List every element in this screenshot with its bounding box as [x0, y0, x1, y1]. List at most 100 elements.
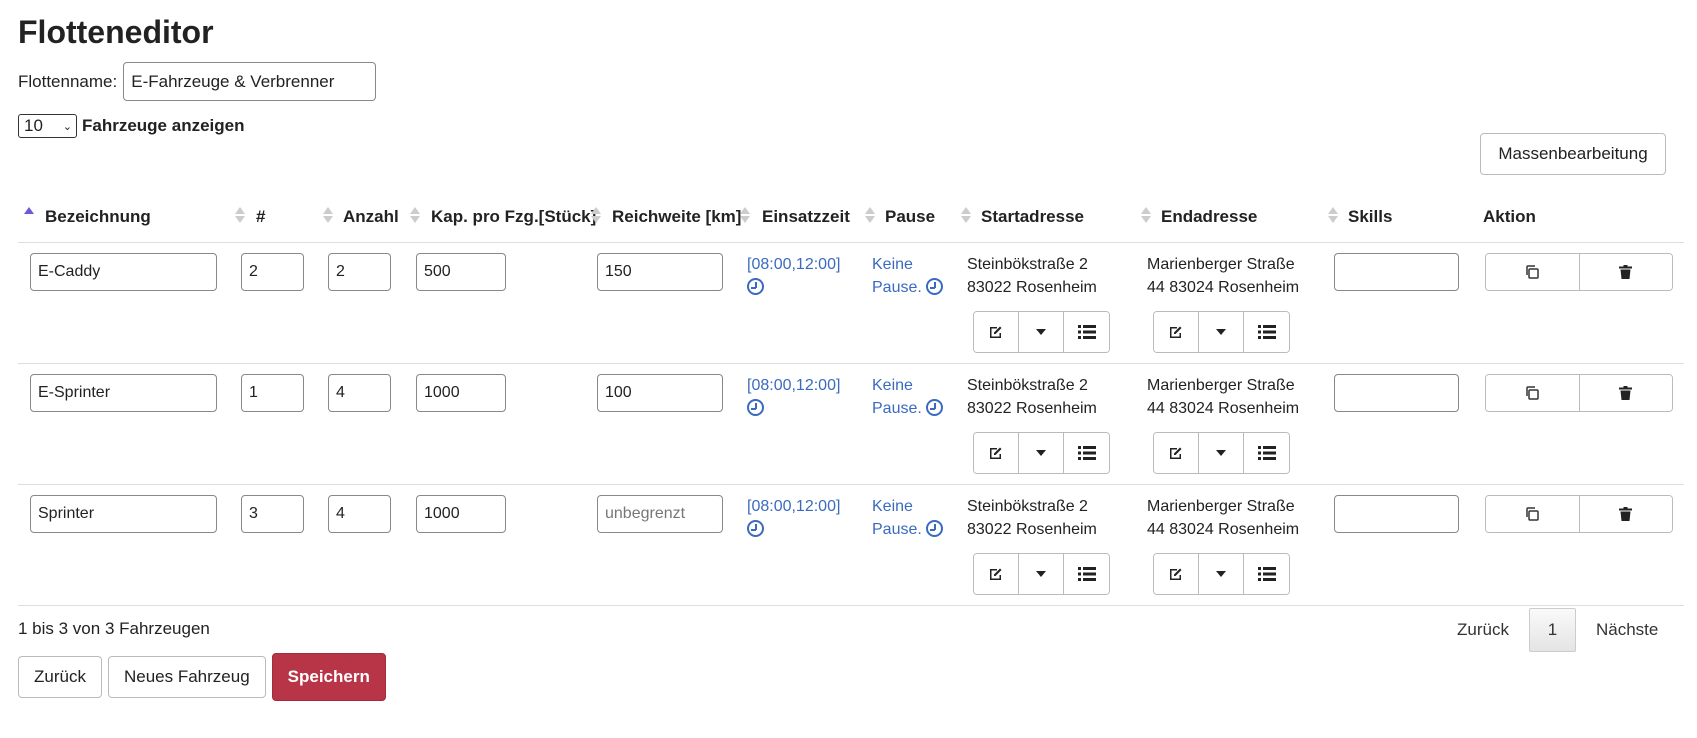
- reichweite-input[interactable]: unbegrenzt: [597, 495, 723, 533]
- anzahl-input[interactable]: 2: [328, 253, 391, 291]
- sort-icon[interactable]: [740, 205, 750, 225]
- endadresse-dropdown-button[interactable]: [1199, 312, 1244, 352]
- kapazitaet-input[interactable]: 500: [416, 253, 506, 291]
- edit-endadresse-button[interactable]: [1154, 554, 1199, 594]
- col-header-anzahl[interactable]: Anzahl: [343, 207, 399, 227]
- action-button-group: [1485, 374, 1673, 412]
- reichweite-input[interactable]: 100: [597, 374, 723, 412]
- startadresse-dropdown-button[interactable]: [1019, 433, 1064, 473]
- col-header-nummer[interactable]: #: [256, 207, 265, 227]
- pause-link[interactable]: Keine Pause.: [872, 253, 944, 299]
- skills-input[interactable]: [1334, 374, 1459, 412]
- endadresse-list-button[interactable]: [1244, 554, 1289, 594]
- page-length-label: Fahrzeuge anzeigen: [82, 116, 245, 135]
- col-header-reichweite[interactable]: Reichweite [km]: [612, 207, 741, 227]
- caret-down-icon: [1036, 450, 1046, 456]
- pagination-page-current[interactable]: 1: [1528, 608, 1576, 652]
- endadresse: Marienberger Straße 44 83024 Rosenheim: [1147, 253, 1299, 299]
- edit-endadresse-button[interactable]: [1154, 312, 1199, 352]
- nummer-input[interactable]: 3: [241, 495, 304, 533]
- startadresse-list-button[interactable]: [1064, 433, 1109, 473]
- einsatzzeit-value: [08:00,12:00]: [747, 498, 841, 515]
- startadresse: Steinbökstraße 2 83022 Rosenheim: [967, 495, 1097, 541]
- edit-startadresse-button[interactable]: [974, 554, 1019, 594]
- endadresse-button-group: [1153, 311, 1290, 353]
- endadresse-list-button[interactable]: [1244, 433, 1289, 473]
- sort-icon[interactable]: [961, 205, 971, 225]
- endadresse-list-button[interactable]: [1244, 312, 1289, 352]
- delete-vehicle-button[interactable]: [1579, 375, 1672, 411]
- caret-down-icon: [1036, 329, 1046, 335]
- copy-vehicle-button[interactable]: [1486, 254, 1580, 290]
- anzahl-input[interactable]: 4: [328, 374, 391, 412]
- sort-asc-icon[interactable]: [24, 205, 34, 225]
- sort-icon[interactable]: [1141, 205, 1151, 225]
- skills-input[interactable]: [1334, 495, 1459, 533]
- bezeichnung-input[interactable]: E-Caddy: [30, 253, 217, 291]
- table-row: Sprinter 3 4 1000 unbegrenzt [08:00,12:0…: [18, 485, 1684, 606]
- page-length-value: 10: [24, 116, 43, 135]
- endadresse: Marienberger Straße 44 83024 Rosenheim: [1147, 495, 1299, 541]
- sort-icon[interactable]: [235, 205, 245, 225]
- startadresse-dropdown-button[interactable]: [1019, 312, 1064, 352]
- pagination-previous[interactable]: Zurück: [1445, 620, 1521, 640]
- edit-startadresse-button[interactable]: [974, 433, 1019, 473]
- sort-icon[interactable]: [410, 205, 420, 225]
- new-vehicle-button[interactable]: Neues Fahrzeug: [107, 656, 266, 698]
- startadresse-line1: Steinbökstraße 2: [967, 256, 1088, 273]
- startadresse-list-button[interactable]: [1064, 312, 1109, 352]
- sort-icon[interactable]: [323, 205, 333, 225]
- fleet-name-input[interactable]: [123, 62, 377, 101]
- reichweite-input[interactable]: 150: [597, 253, 723, 291]
- kapazitaet-input[interactable]: 1000: [416, 495, 506, 533]
- col-header-bezeichnung[interactable]: Bezeichnung: [45, 207, 151, 227]
- pagination-next[interactable]: Nächste: [1584, 620, 1670, 640]
- einsatzzeit-value: [08:00,12:00]: [747, 256, 841, 273]
- einsatzzeit-link[interactable]: [08:00,12:00]: [747, 495, 840, 541]
- edit-icon: [1170, 326, 1182, 338]
- einsatzzeit-link[interactable]: [08:00,12:00]: [747, 253, 840, 299]
- col-header-pause[interactable]: Pause: [885, 207, 935, 227]
- endadresse-dropdown-button[interactable]: [1199, 433, 1244, 473]
- startadresse-button-group: [973, 432, 1110, 474]
- back-button[interactable]: Zurück: [18, 656, 102, 698]
- skills-input[interactable]: [1334, 253, 1459, 291]
- fleet-name-label: Flottenname:: [18, 71, 118, 91]
- col-header-skills[interactable]: Skills: [1348, 207, 1392, 227]
- nummer-input[interactable]: 1: [241, 374, 304, 412]
- einsatzzeit-link[interactable]: [08:00,12:00]: [747, 374, 840, 420]
- caret-down-icon: [1216, 571, 1226, 577]
- edit-endadresse-button[interactable]: [1154, 433, 1199, 473]
- sort-icon[interactable]: [865, 205, 875, 225]
- pause-value-line2: Pause.: [872, 521, 922, 538]
- bezeichnung-input[interactable]: Sprinter: [30, 495, 217, 533]
- action-button-group: [1485, 495, 1673, 533]
- col-header-kapazitaet[interactable]: Kap. pro Fzg.[Stück]: [431, 207, 596, 227]
- bulk-edit-button[interactable]: Massenbearbeitung: [1480, 133, 1666, 175]
- edit-startadresse-button[interactable]: [974, 312, 1019, 352]
- delete-vehicle-button[interactable]: [1579, 254, 1672, 290]
- col-header-startadresse[interactable]: Startadresse: [981, 207, 1084, 227]
- startadresse-dropdown-button[interactable]: [1019, 554, 1064, 594]
- pause-link[interactable]: Keine Pause.: [872, 374, 944, 420]
- col-header-endadresse[interactable]: Endadresse: [1161, 207, 1257, 227]
- startadresse-list-button[interactable]: [1064, 554, 1109, 594]
- page-length-select[interactable]: 10 ⌄: [18, 114, 77, 138]
- nummer-input[interactable]: 2: [241, 253, 304, 291]
- sort-icon[interactable]: [1328, 205, 1338, 225]
- kapazitaet-input[interactable]: 1000: [416, 374, 506, 412]
- delete-vehicle-button[interactable]: [1579, 496, 1672, 532]
- table-row: E-Sprinter 1 4 1000 100 [08:00,12:00] Ke…: [18, 364, 1684, 485]
- endadresse-dropdown-button[interactable]: [1199, 554, 1244, 594]
- anzahl-input[interactable]: 4: [328, 495, 391, 533]
- col-header-einsatzzeit[interactable]: Einsatzzeit: [762, 207, 850, 227]
- bezeichnung-input[interactable]: E-Sprinter: [30, 374, 217, 412]
- list-icon: [1077, 446, 1096, 460]
- endadresse: Marienberger Straße 44 83024 Rosenheim: [1147, 374, 1299, 420]
- copy-vehicle-button[interactable]: [1486, 496, 1580, 532]
- save-button[interactable]: Speichern: [271, 653, 386, 701]
- pause-value-line2: Pause.: [872, 400, 922, 417]
- pause-link[interactable]: Keine Pause.: [872, 495, 944, 541]
- sort-icon[interactable]: [591, 205, 601, 225]
- copy-vehicle-button[interactable]: [1486, 375, 1580, 411]
